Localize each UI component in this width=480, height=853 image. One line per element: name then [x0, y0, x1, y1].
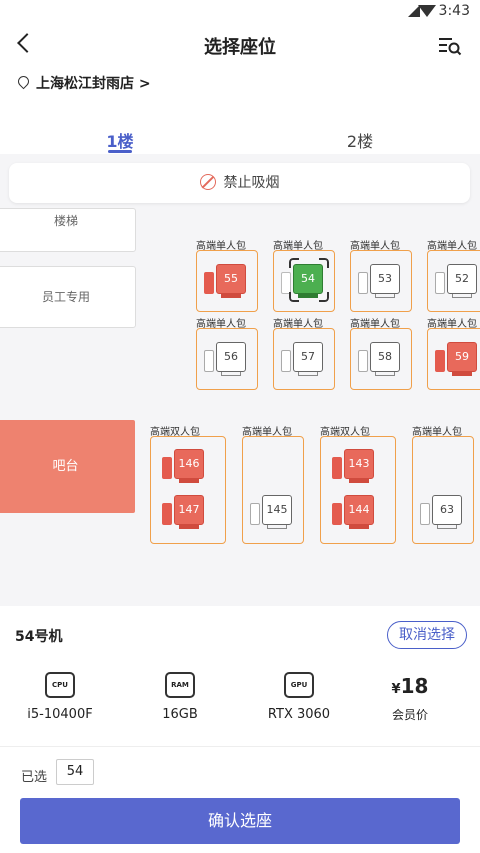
- seat-143[interactable]: 143: [332, 449, 378, 485]
- cancel-selection-button[interactable]: 取消选择: [387, 621, 467, 649]
- bar-area: 吧台: [0, 420, 135, 513]
- divider: [0, 746, 480, 747]
- gpu-icon: GPU: [284, 672, 314, 698]
- price: ¥18: [391, 674, 429, 698]
- spec-value: 16GB: [162, 707, 198, 722]
- seat-52[interactable]: 52: [435, 264, 480, 300]
- seat-54[interactable]: 54: [281, 258, 329, 302]
- seat-145[interactable]: 145: [250, 495, 296, 531]
- stairs-area: 楼梯: [0, 208, 136, 252]
- selected-label: 已选: [21, 770, 48, 785]
- seat-55[interactable]: 55: [204, 264, 250, 300]
- booth-57[interactable]: 57: [273, 328, 335, 390]
- machine-name: 54号机: [15, 629, 63, 645]
- store-selector[interactable]: 上海松江封雨店 >: [15, 73, 151, 93]
- selected-seat-box: 54: [56, 759, 94, 785]
- no-smoking-notice: 禁止吸烟: [9, 163, 470, 203]
- floor-map: 禁止吸烟 楼梯 员工专用 吧台 高端单人包 55 高端单人包 54 高端单人包 …: [0, 154, 480, 606]
- booth-58[interactable]: 58: [350, 328, 412, 390]
- staff-label: 员工专用: [41, 290, 90, 304]
- seat-146[interactable]: 146: [162, 449, 208, 485]
- booth-54[interactable]: 54: [273, 250, 335, 312]
- staff-area: 员工专用: [0, 266, 136, 328]
- booth-52[interactable]: 52: [427, 250, 480, 312]
- location-pin-icon: [15, 73, 32, 90]
- seat-56[interactable]: 56: [204, 342, 250, 378]
- list-search-icon[interactable]: [438, 36, 462, 56]
- store-name: 上海松江封雨店 >: [36, 76, 151, 92]
- price-block: ¥18 会员价: [360, 674, 460, 723]
- floor-tabs: 1楼 2楼: [0, 118, 480, 154]
- booth-145[interactable]: 145: [242, 436, 304, 544]
- spec-value: RTX 3060: [267, 707, 331, 722]
- spec-cpu: CPU i5-10400F: [10, 672, 110, 722]
- tab-floor-2[interactable]: 2楼: [320, 128, 400, 152]
- spec-ram: RAM 16GB: [130, 672, 230, 722]
- booth-53[interactable]: 53: [350, 250, 412, 312]
- seat-144[interactable]: 144: [332, 495, 378, 531]
- seat-147[interactable]: 147: [162, 495, 208, 531]
- booth-146-147[interactable]: 146 147: [150, 436, 226, 544]
- booth-63[interactable]: 63: [412, 436, 474, 544]
- no-smoking-text: 禁止吸烟: [223, 175, 280, 191]
- seat-57[interactable]: 57: [281, 342, 327, 378]
- tab-floor-1[interactable]: 1楼: [80, 128, 160, 152]
- selection-frame-icon: [289, 258, 329, 302]
- booth-55[interactable]: 55: [196, 250, 258, 312]
- status-time: 3:43: [438, 3, 470, 19]
- seat-53[interactable]: 53: [358, 264, 404, 300]
- seat-58[interactable]: 58: [358, 342, 404, 378]
- bar-label: 吧台: [52, 459, 79, 474]
- header: 选择座位: [0, 24, 480, 68]
- cpu-icon: CPU: [45, 672, 75, 698]
- confirm-selection-button[interactable]: 确认选座: [20, 798, 460, 844]
- booth-59[interactable]: 59: [427, 328, 480, 390]
- stairs-label: 楼梯: [53, 214, 78, 228]
- booth-56[interactable]: 56: [196, 328, 258, 390]
- no-smoking-icon: [199, 174, 216, 190]
- spec-gpu: GPU RTX 3060: [249, 672, 349, 722]
- machine-info-panel: 54号机 取消选择 CPU i5-10400F RAM 16GB GPU RTX…: [0, 606, 480, 746]
- seat-63[interactable]: 63: [420, 495, 466, 531]
- page-title: 选择座位: [204, 37, 276, 58]
- spec-value: i5-10400F: [27, 707, 93, 722]
- status-bar: 3:43: [0, 0, 480, 24]
- booth-143-144[interactable]: 143 144: [320, 436, 396, 544]
- ram-icon: RAM: [165, 672, 195, 698]
- wifi-icon: [418, 5, 436, 17]
- price-label: 会员价: [391, 708, 428, 722]
- tab-underline: [108, 150, 132, 153]
- seat-59[interactable]: 59: [435, 342, 480, 378]
